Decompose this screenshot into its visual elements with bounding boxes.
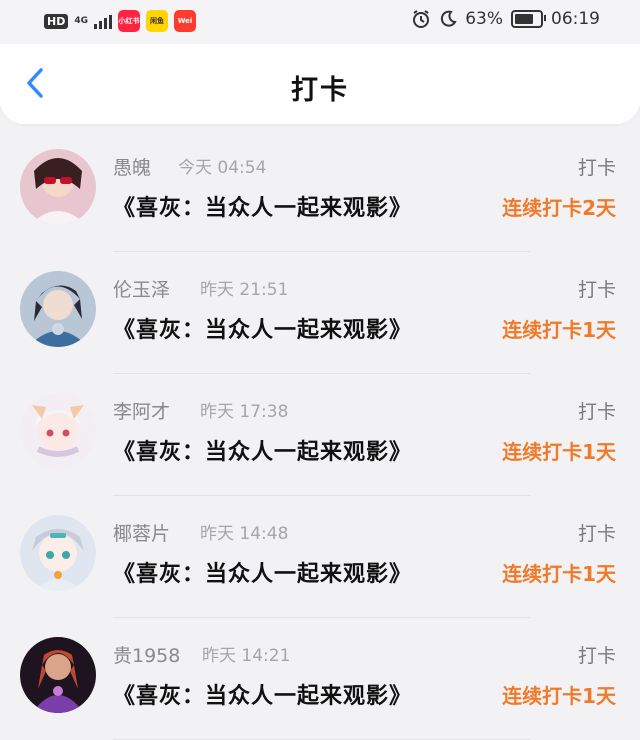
user-name: 愚魄: [113, 157, 152, 179]
avatar[interactable]: [20, 149, 96, 225]
battery-percent: 63%: [465, 9, 503, 29]
signal-icon: [94, 13, 112, 29]
checkin-row[interactable]: 伦玉泽 昨天 21:51 打卡 《喜灰：当众人一起来观影》 连续打卡1天: [0, 252, 640, 374]
checkin-action: 打卡: [577, 645, 616, 667]
user-name: 椰蓉片: [113, 523, 171, 545]
checkin-row[interactable]: 李阿才 昨天 17:38 打卡 《喜灰：当众人一起来观影》 连续打卡1天: [0, 374, 640, 496]
avatar[interactable]: [20, 393, 96, 469]
nav-header: 打卡: [0, 44, 640, 124]
checkin-row[interactable]: 椰蓉片 昨天 14:48 打卡 《喜灰：当众人一起来观影》 连续打卡1天: [0, 496, 640, 618]
streak-label: 连续打卡1天: [502, 684, 616, 708]
xiaohongshu-app-icon: 小红书: [118, 10, 140, 32]
checkin-row[interactable]: 愚魄 今天 04:54 打卡 《喜灰：当众人一起来观影》 连续打卡2天: [0, 130, 640, 252]
user-name: 伦玉泽: [113, 279, 171, 301]
checkin-row[interactable]: 贵1958 昨天 14:21 打卡 《喜灰：当众人一起来观影》 连续打卡1天: [0, 618, 640, 740]
avatar[interactable]: [20, 515, 96, 591]
weibo-app-icon: Wei: [174, 10, 196, 32]
checkin-time: 昨天 14:48: [200, 524, 289, 544]
streak-label: 连续打卡1天: [502, 562, 616, 586]
streak-label: 连续打卡1天: [502, 318, 616, 342]
clock: 06:19: [551, 9, 600, 29]
page-title: 打卡: [291, 75, 349, 106]
status-right: 63% 06:19: [411, 9, 600, 29]
xianyu-app-icon: 闲鱼: [146, 10, 168, 32]
network-type: 4G: [74, 15, 88, 26]
battery-icon: [511, 10, 546, 28]
checkin-time: 昨天 21:51: [200, 280, 289, 300]
moon-icon: [441, 10, 457, 27]
alarm-icon: [413, 10, 430, 28]
hd-badge: HD: [44, 13, 69, 29]
checkin-time: 昨天 17:38: [200, 402, 289, 422]
movie-title[interactable]: 《喜灰：当众人一起来观影》: [113, 190, 412, 222]
movie-title[interactable]: 《喜灰：当众人一起来观影》: [113, 678, 412, 710]
checkin-action: 打卡: [577, 401, 616, 423]
movie-title[interactable]: 《喜灰：当众人一起来观影》: [113, 434, 412, 466]
user-name: 李阿才: [113, 401, 171, 423]
avatar[interactable]: [20, 637, 96, 713]
status-bar: HD 4G 小红书 闲鱼 Wei 63% 06:19: [0, 0, 640, 44]
checkin-time: 今天 04:54: [178, 158, 267, 178]
checkin-action: 打卡: [577, 279, 616, 301]
checkin-list: 愚魄 今天 04:54 打卡 《喜灰：当众人一起来观影》 连续打卡2天 伦玉泽 …: [0, 130, 640, 740]
checkin-time: 昨天 14:21: [202, 646, 291, 666]
streak-label: 连续打卡1天: [502, 440, 616, 464]
status-left: HD 4G 小红书 闲鱼 Wei: [44, 10, 196, 32]
movie-title[interactable]: 《喜灰：当众人一起来观影》: [113, 312, 412, 344]
avatar[interactable]: [20, 271, 96, 347]
streak-label: 连续打卡2天: [502, 196, 616, 220]
user-name: 贵1958: [113, 645, 181, 667]
movie-title[interactable]: 《喜灰：当众人一起来观影》: [113, 556, 412, 588]
checkin-action: 打卡: [577, 523, 616, 545]
checkin-action: 打卡: [577, 157, 616, 179]
